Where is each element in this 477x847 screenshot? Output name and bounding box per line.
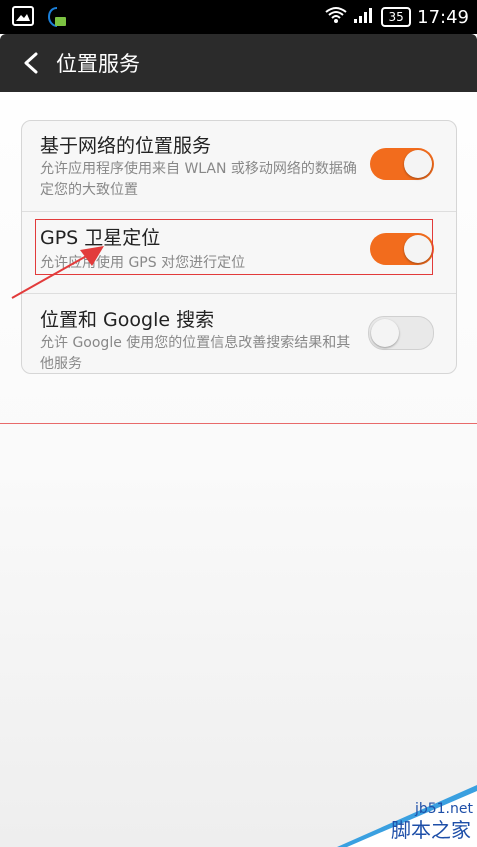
setting-title: 基于网络的位置服务 <box>40 135 212 157</box>
network-location-toggle[interactable] <box>370 148 434 180</box>
wifi-icon <box>325 6 347 28</box>
clock: 17:49 <box>417 6 469 28</box>
toggle-knob <box>371 319 399 347</box>
annotation-arrow-icon <box>11 246 104 299</box>
signal-icon <box>353 6 375 28</box>
watermark-name: 脚本之家 <box>391 818 471 842</box>
setting-subtitle: 允许 Google 使用您的位置信息改善搜索结果和其他服务 <box>40 335 351 372</box>
battery-icon: 35 <box>381 7 412 27</box>
setting-subtitle: 允许应用程序使用来自 WLAN 或移动网络的数据确定您的大致位置 <box>40 161 357 198</box>
google-location-toggle[interactable] <box>368 316 434 350</box>
toggle-knob <box>404 150 432 178</box>
chevron-left-icon[interactable] <box>20 51 44 75</box>
watermark: jb51.net 脚本之家 <box>337 777 477 847</box>
page-title: 位置服务 <box>56 52 140 76</box>
lock-app-icon <box>46 6 68 32</box>
action-bar: 位置服务 <box>0 34 477 92</box>
image-notification-icon <box>12 6 34 32</box>
annotation-divider-line <box>0 423 477 424</box>
setting-row-network-location[interactable]: 基于网络的位置服务 允许应用程序使用来自 WLAN 或移动网络的数据确定您的大致… <box>22 121 456 212</box>
status-bar: 35 17:49 <box>0 0 477 34</box>
